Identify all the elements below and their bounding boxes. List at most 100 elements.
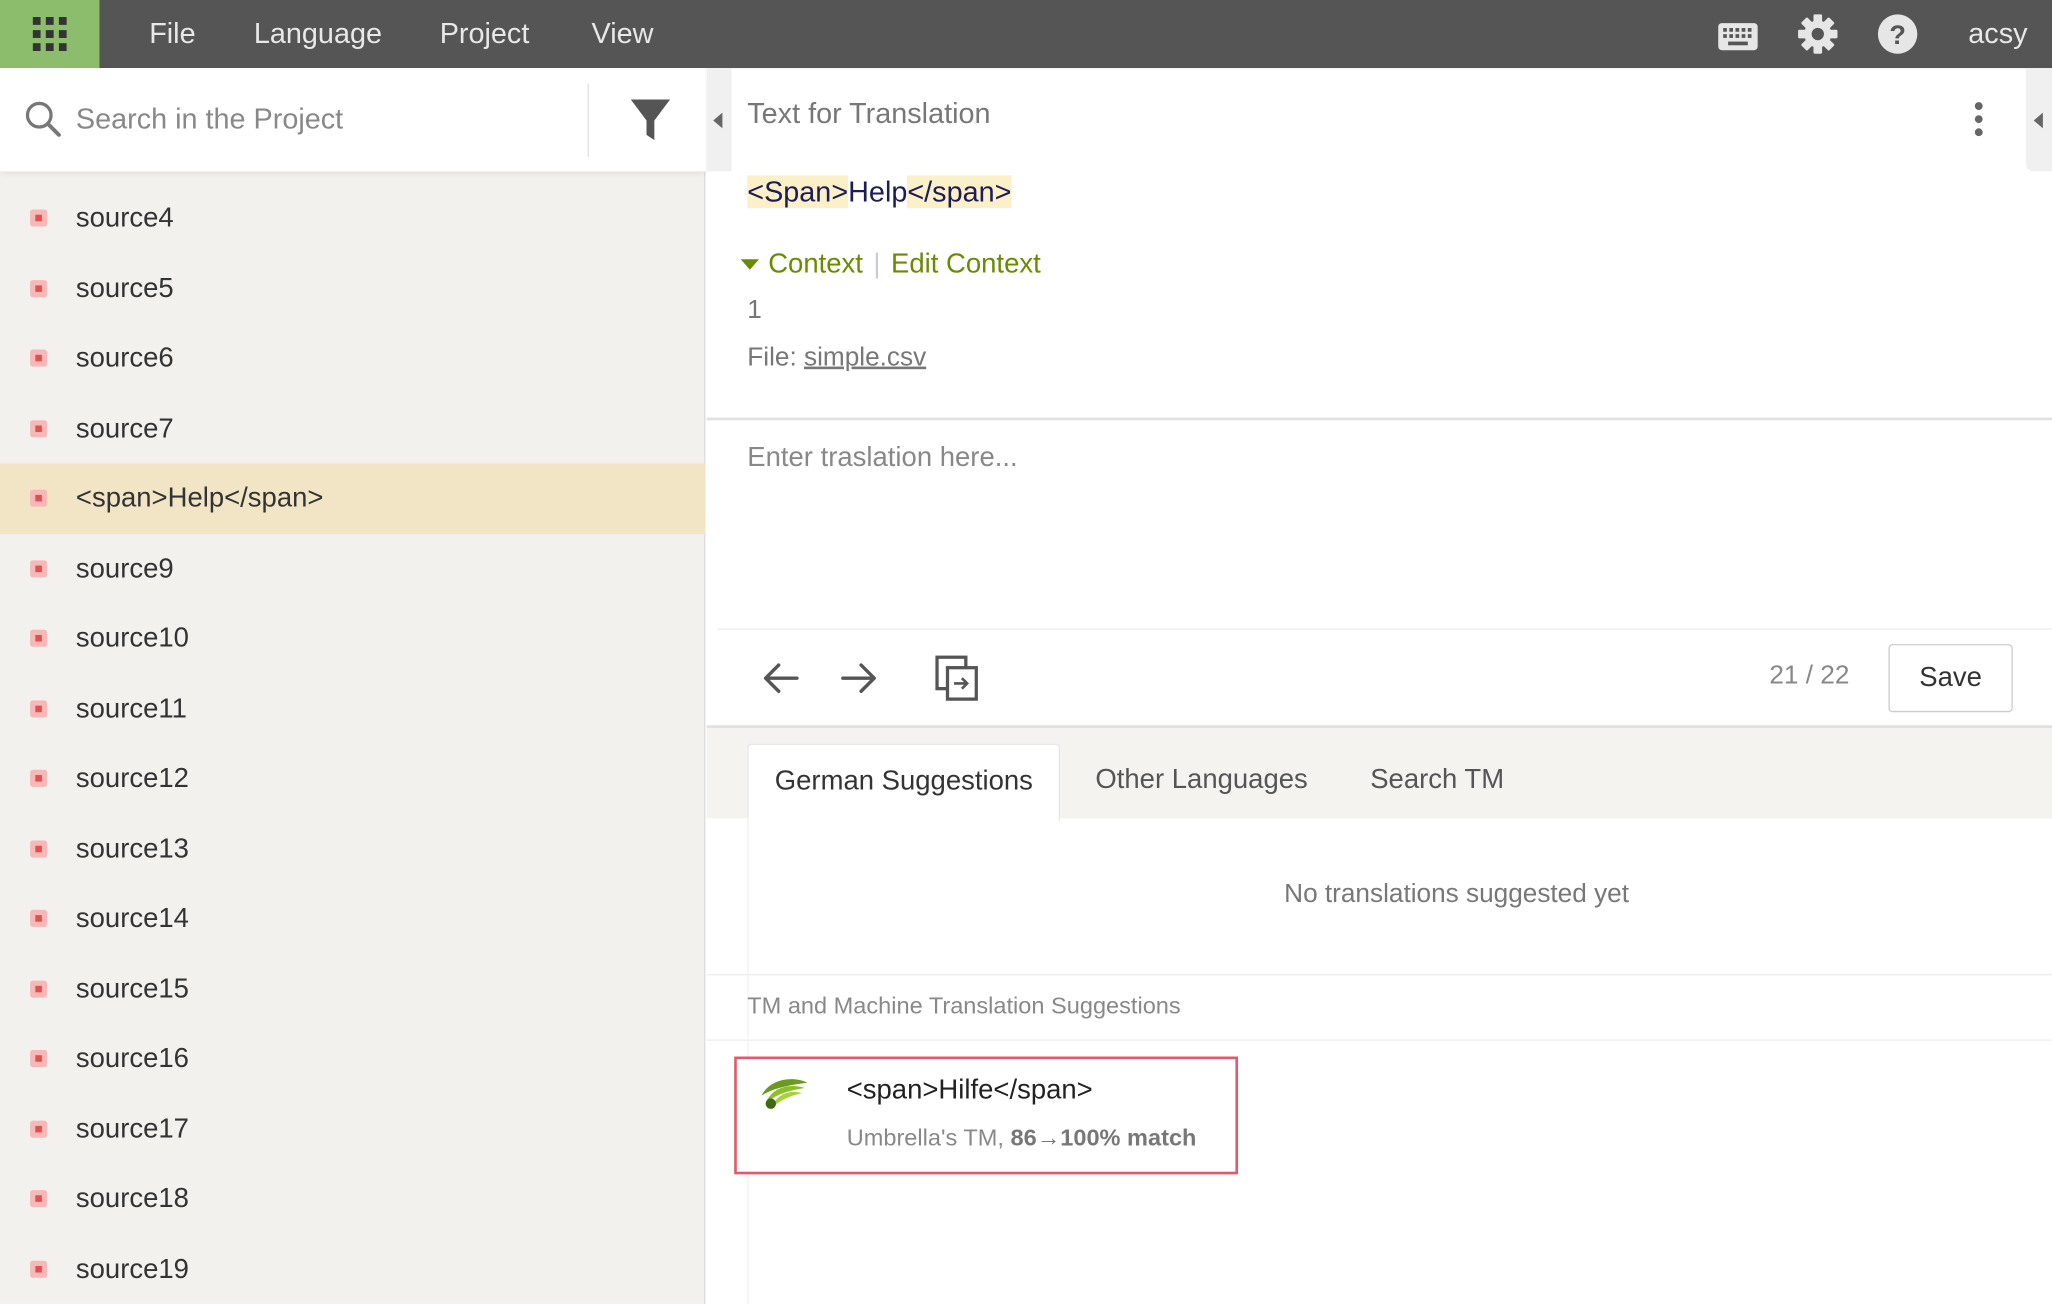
list-item[interactable]: source15 — [0, 954, 705, 1024]
list-item-label: source14 — [75, 903, 189, 934]
arrow-right-icon[interactable] — [835, 655, 882, 702]
tab-search-tm[interactable]: Search TM — [1344, 744, 1530, 821]
untranslated-status-icon — [30, 1120, 48, 1138]
divider — [706, 1039, 2052, 1041]
search-divider — [587, 83, 589, 158]
source-tag-close: </span> — [907, 175, 1012, 209]
context-toggle[interactable]: Context — [740, 248, 863, 279]
tm-suggestion-text: <span>Hilfe</span> — [846, 1074, 1093, 1105]
untranslated-status-icon — [30, 419, 48, 437]
list-item[interactable]: source18 — [0, 1164, 705, 1234]
help-icon[interactable]: ? — [1877, 13, 1919, 55]
list-item[interactable]: source13 — [0, 814, 705, 884]
untranslated-status-icon — [30, 209, 48, 227]
gear-icon[interactable] — [1797, 13, 1839, 55]
untranslated-status-icon — [30, 629, 48, 647]
menu-file[interactable]: File — [149, 0, 195, 68]
list-item[interactable]: source12 — [0, 744, 705, 814]
caret-left-icon — [713, 112, 723, 129]
string-counter: 21 / 22 — [1769, 661, 1850, 690]
list-item-label: source4 — [75, 202, 174, 234]
list-item[interactable]: source16 — [0, 1024, 705, 1094]
list-item-label: source10 — [75, 623, 189, 654]
svg-text:?: ? — [1889, 19, 1906, 50]
caret-left-icon — [2033, 112, 2043, 129]
keyboard-icon[interactable] — [1717, 16, 1759, 58]
untranslated-status-icon — [30, 489, 48, 507]
context-separator: | — [873, 248, 881, 279]
tm-section-header: TM and Machine Translation Suggestions — [747, 992, 1181, 1019]
list-item[interactable]: source14 — [0, 884, 705, 954]
suggestions-tabs: German Suggestions Other Languages Searc… — [706, 725, 2052, 821]
list-item[interactable]: source6 — [0, 323, 705, 393]
source-text-content: Help — [848, 175, 908, 209]
tm-suggestion-card[interactable]: <span>Hilfe</span> Umbrella's TM, 86→100… — [734, 1056, 1239, 1175]
collapse-left-panel-button[interactable] — [706, 68, 732, 172]
tm-suggestion-meta: Umbrella's TM, 86→100% match — [847, 1125, 1197, 1152]
file-link[interactable]: simple.csv — [804, 343, 926, 372]
list-item-label: <span>Help</span> — [75, 483, 324, 514]
untranslated-status-icon — [30, 699, 48, 717]
untranslated-status-icon — [30, 979, 48, 997]
search-bar — [0, 68, 706, 172]
list-item[interactable]: source4 — [0, 183, 705, 253]
list-item[interactable]: source17 — [0, 1094, 705, 1164]
context-label: Context — [768, 248, 863, 279]
file-info: File: simple.csv — [747, 343, 926, 373]
list-item-label: source6 — [75, 343, 174, 374]
tab-german-suggestions[interactable]: German Suggestions — [747, 743, 1061, 821]
tm-logo-icon — [761, 1079, 808, 1109]
divider — [706, 417, 2052, 421]
untranslated-status-icon — [30, 1049, 48, 1067]
apps-button[interactable] — [0, 0, 100, 69]
untranslated-status-icon — [30, 1190, 48, 1208]
context-value: 1 — [747, 295, 762, 325]
list-item-label: source11 — [75, 693, 187, 724]
list-item-label: source9 — [75, 553, 174, 584]
source-tag-open: <Span> — [747, 175, 849, 209]
divider — [717, 628, 2052, 630]
user-menu[interactable]: acsy — [1968, 0, 2027, 68]
strings-list: source4 source5 source6 source7 <span>He… — [0, 183, 706, 1304]
strings-panel: source4 source5 source6 source7 <span>He… — [0, 68, 706, 1304]
caret-down-icon — [740, 259, 760, 271]
untranslated-status-icon — [30, 279, 48, 297]
list-item-selected[interactable]: <span>Help</span> — [0, 463, 706, 534]
untranslated-status-icon — [30, 909, 48, 927]
untranslated-status-icon — [30, 839, 48, 857]
list-item-label: source19 — [75, 1253, 189, 1284]
list-item-label: source7 — [75, 413, 174, 444]
list-item[interactable]: source10 — [0, 604, 705, 674]
untranslated-status-icon — [30, 769, 48, 787]
save-button[interactable]: Save — [1888, 644, 2013, 713]
untranslated-status-icon — [30, 559, 48, 577]
arrow-left-icon[interactable] — [758, 655, 805, 702]
file-label: File: — [747, 343, 797, 372]
search-input[interactable] — [75, 94, 574, 145]
list-item[interactable]: source19 — [0, 1234, 705, 1304]
context-row: Context | Edit Context — [740, 244, 1041, 286]
menu-view[interactable]: View — [592, 0, 654, 68]
apps-grid-icon — [32, 17, 67, 52]
tm-match-percentage: 86→100% match — [1010, 1124, 1197, 1151]
translation-input[interactable] — [732, 432, 2029, 616]
tab-other-languages[interactable]: Other Languages — [1069, 744, 1334, 821]
copy-source-icon[interactable] — [933, 655, 980, 702]
menu-project[interactable]: Project — [440, 0, 530, 68]
collapse-right-panel-button[interactable] — [2025, 68, 2052, 172]
list-item-label: source12 — [75, 763, 189, 794]
top-menu-bar: File Language Project View ? acsy — [0, 0, 2052, 69]
list-item-label: source17 — [75, 1113, 189, 1144]
list-item-label: source15 — [75, 973, 189, 1004]
tm-source-name: Umbrella's TM, — [846, 1124, 1004, 1151]
search-icon — [25, 101, 61, 137]
list-item[interactable]: source7 — [0, 393, 705, 463]
kebab-menu-icon[interactable] — [1963, 97, 1994, 142]
list-item[interactable]: source9 — [0, 533, 705, 603]
filter-icon[interactable] — [628, 97, 672, 144]
list-item-label: source18 — [75, 1183, 189, 1214]
menu-language[interactable]: Language — [254, 0, 382, 68]
list-item[interactable]: source11 — [0, 674, 705, 744]
list-item[interactable]: source5 — [0, 253, 705, 323]
edit-context-link[interactable]: Edit Context — [891, 249, 1041, 279]
